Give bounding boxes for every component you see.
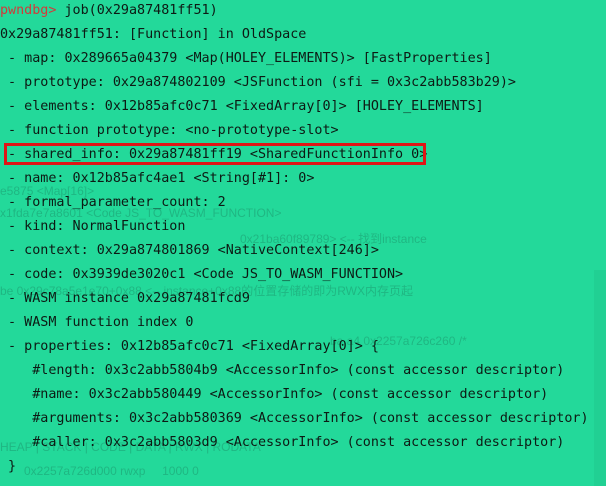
ghost-text: 0x2257a726d000 rwxp 1000 0 — [24, 464, 199, 478]
output-line-shared-info: - shared_info: 0x29a87481ff19 <SharedFun… — [0, 147, 428, 162]
command-line: pwndbg> job(0x29a87481ff51) — [0, 0, 218, 23]
output-line: - context: 0x29a874801869 <NativeContext… — [0, 243, 379, 258]
output-line: 0x29a87481ff51: [Function] in OldSpace — [0, 27, 307, 42]
scrollbar-track[interactable] — [594, 270, 606, 486]
prompt: pwndbg> — [0, 3, 57, 18]
output-line: - map: 0x289665a04379 <Map(HOLEY_ELEMENT… — [0, 51, 492, 66]
output-line: - function prototype: <no-prototype-slot… — [0, 123, 339, 138]
output-line: #caller: 0x3c2abb5803d9 <AccessorInfo> (… — [0, 435, 565, 450]
output-line: - elements: 0x12b85afc0c71 <FixedArray[0… — [0, 99, 484, 114]
output-line: - prototype: 0x29a874802109 <JSFunction … — [0, 75, 516, 90]
output-line: #name: 0x3c2abb580449 <AccessorInfo> (co… — [0, 387, 549, 402]
output-line: - properties: 0x12b85afc0c71 <FixedArray… — [0, 339, 379, 354]
output-line: - kind: NormalFunction — [0, 219, 186, 234]
output-line: #length: 0x3c2abb5804b9 <AccessorInfo> (… — [0, 363, 565, 378]
output-line: } — [0, 459, 17, 474]
terminal-window[interactable]: e5875 <Map[16]> x1fda7e7a8601 <Code JS_T… — [0, 0, 606, 486]
output-line: - formal_parameter_count: 2 — [0, 195, 226, 210]
output-line: - name: 0x12b85afc4ae1 <String[#1]: 0> — [0, 171, 315, 186]
command-text: job(0x29a87481ff51) — [56, 3, 218, 18]
output-line: - WASM instance 0x29a87481fcd9 — [0, 291, 250, 306]
output-line: - WASM function index 0 — [0, 315, 194, 330]
output-line: - code: 0x3939de3020c1 <Code JS_TO_WASM_… — [0, 267, 404, 282]
output-line: #arguments: 0x3c2abb580369 <AccessorInfo… — [0, 411, 589, 426]
